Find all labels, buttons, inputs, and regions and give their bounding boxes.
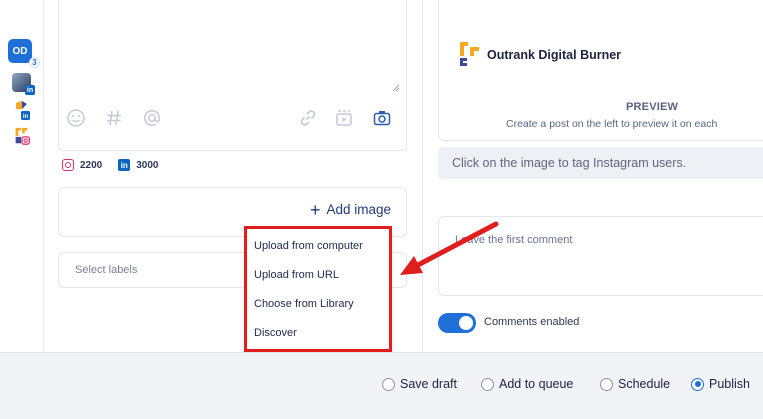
resize-handle-icon[interactable]	[392, 84, 400, 92]
menu-item-upload-computer[interactable]: Upload from computer	[254, 240, 363, 252]
add-image-button[interactable]: + Add image	[309, 199, 391, 220]
tag-instagram-hint: Click on the image to tag Instagram user…	[438, 147, 763, 179]
post-composer: OD 3 in in 2200 in 3000 + Add image Sele…	[0, 0, 763, 419]
account-avatar-brand-instagram[interactable]	[13, 126, 31, 146]
option-label: Schedule	[618, 377, 671, 391]
option-save-draft[interactable]: Save draft	[382, 377, 457, 391]
mention-icon[interactable]	[142, 108, 162, 128]
radio-icon	[600, 377, 613, 391]
preview-title: PREVIEW	[626, 101, 679, 113]
link-icon[interactable]	[298, 108, 318, 128]
option-label: Publish	[709, 377, 750, 391]
linkedin-icon: in	[25, 85, 35, 95]
account-avatar-primary[interactable]: OD	[8, 39, 32, 63]
comments-toggle-label: Comments enabled	[484, 316, 580, 328]
video-icon[interactable]	[334, 108, 354, 128]
radio-icon	[481, 377, 494, 391]
option-add-to-queue[interactable]: Add to queue	[481, 377, 573, 391]
option-label: Save draft	[400, 377, 457, 391]
radio-icon	[382, 377, 395, 391]
camera-icon[interactable]	[372, 108, 392, 128]
account-avatar-brand-linkedin[interactable]: in	[13, 101, 31, 121]
linkedin-icon: in	[118, 159, 131, 171]
account-count-badge: 3	[29, 57, 40, 68]
brand-logo-icon	[460, 42, 479, 66]
first-comment-placeholder: Leave the first comment	[455, 234, 573, 246]
column-divider	[422, 0, 423, 352]
publish-bar: Save draft Add to queue Schedule Publish	[0, 352, 763, 419]
plus-icon: +	[309, 199, 321, 220]
hashtag-icon[interactable]	[104, 108, 124, 128]
post-text-editor[interactable]	[58, 0, 407, 151]
svg-text:in: in	[23, 114, 29, 120]
menu-item-discover[interactable]: Discover	[254, 327, 297, 339]
brand-name: Outrank Digital Burner	[487, 48, 622, 62]
radio-selected-icon	[691, 377, 704, 391]
linkedin-char-limit: 3000	[136, 159, 159, 171]
add-image-menu: Upload from computer Upload from URL Cho…	[244, 226, 392, 352]
character-counts: 2200 in 3000	[62, 158, 159, 172]
labels-placeholder: Select labels	[75, 264, 138, 276]
comments-toggle[interactable]	[438, 313, 476, 333]
emoji-icon[interactable]	[66, 108, 86, 128]
menu-item-upload-url[interactable]: Upload from URL	[254, 269, 339, 281]
instagram-icon	[62, 159, 74, 171]
option-publish[interactable]: Publish	[691, 377, 750, 391]
option-schedule[interactable]: Schedule	[600, 377, 670, 391]
menu-item-choose-library[interactable]: Choose from Library	[254, 298, 354, 310]
instagram-char-limit: 2200	[80, 159, 103, 171]
account-avatar-linkedin[interactable]: in	[12, 73, 35, 95]
preview-subtitle: Create a post on the left to preview it …	[506, 118, 718, 130]
first-comment-input[interactable]: Leave the first comment	[438, 216, 763, 296]
option-label: Add to queue	[499, 377, 574, 391]
tag-hint-text: Click on the image to tag Instagram user…	[452, 156, 687, 170]
rail-divider	[43, 0, 44, 352]
add-image-label: Add image	[326, 202, 391, 217]
